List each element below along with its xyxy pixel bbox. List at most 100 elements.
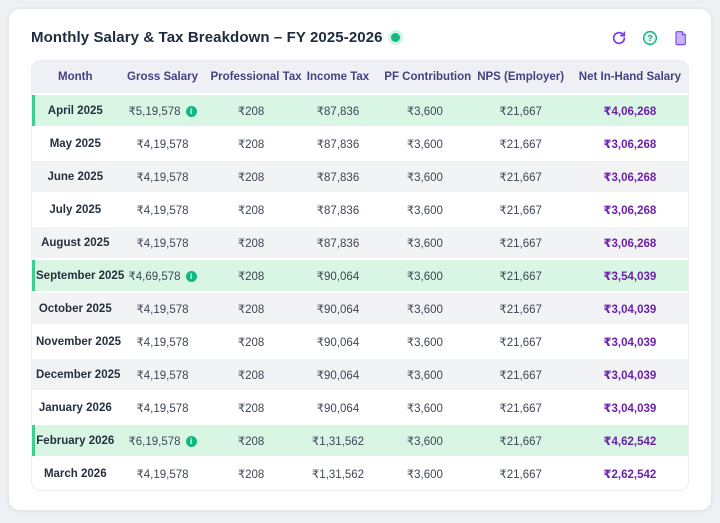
cell-gross-salary-value: ₹4,19,578 <box>136 238 188 250</box>
cell-professional-tax: ₹208 <box>206 457 295 490</box>
cell-net-in-hand-value: ₹3,54,039 <box>604 271 657 283</box>
info-icon[interactable]: i <box>186 436 197 447</box>
cell-month: February 2026 <box>32 424 119 457</box>
cell-income-tax: ₹1,31,562 <box>296 424 381 457</box>
cell-gross-salary: ₹4,69,578i <box>119 259 207 292</box>
cell-nps-employer: ₹21,667 <box>469 94 571 127</box>
cell-gross-salary-value: ₹4,19,578 <box>136 337 188 349</box>
table-row: April 2025 ₹5,19,578 i ₹208 ₹87,836 ₹3,600 ₹21… <box>32 94 688 127</box>
cell-gross-salary-value: ₹4,19,578 <box>136 139 188 151</box>
cell-income-tax: ₹87,836 <box>296 94 381 127</box>
cell-gross-salary: ₹4,19,578 <box>119 127 207 160</box>
cell-gross-salary: ₹4,19,578 <box>119 457 207 490</box>
cell-income-tax-value: ₹1,31,562 <box>312 436 364 448</box>
cell-net-in-hand: ₹3,54,039 <box>572 259 688 292</box>
cell-month-value: December 2025 <box>36 369 120 381</box>
cell-month-value: January 2026 <box>39 402 112 414</box>
page-title: Monthly Salary & Tax Breakdown – FY 2025… <box>31 29 383 46</box>
cell-professional-tax-value: ₹208 <box>238 271 265 283</box>
cell-net-in-hand-value: ₹4,62,542 <box>604 436 657 448</box>
cell-nps-employer: ₹21,667 <box>469 193 571 226</box>
cell-pf-contribution-value: ₹3,600 <box>407 403 443 415</box>
cell-net-in-hand: ₹3,04,039 <box>572 325 688 358</box>
help-icon: ? <box>642 30 658 46</box>
table-row: October 2025₹4,19,578₹208₹90,064₹3,600₹2… <box>32 292 688 325</box>
cell-income-tax: ₹90,064 <box>296 292 381 325</box>
cell-gross-salary: ₹4,19,578 <box>119 358 207 391</box>
cell-professional-tax-value: ₹208 <box>238 139 265 151</box>
info-icon[interactable]: i <box>186 106 197 117</box>
column-header-net-in-hand: Net In-Hand Salary <box>572 61 688 94</box>
cell-nps-employer-value: ₹21,667 <box>499 403 542 415</box>
cell-month: June 2025 <box>32 160 119 193</box>
cell-month-value: February 2026 <box>36 435 114 447</box>
cell-professional-tax-value: ₹208 <box>238 172 265 184</box>
cell-net-in-hand: ₹3,04,039 <box>572 358 688 391</box>
cell-gross-salary-value: ₹5,19,578 <box>128 106 180 118</box>
table-row: May 2025₹4,19,578₹208₹87,836₹3,600₹21,66… <box>32 127 688 160</box>
cell-income-tax-value: ₹90,064 <box>317 403 360 415</box>
report-button[interactable] <box>672 29 689 46</box>
help-button[interactable]: ? <box>641 29 658 46</box>
cell-pf-contribution: ₹3,600 <box>380 457 469 490</box>
cell-professional-tax-value: ₹208 <box>238 238 265 250</box>
cell-month: January 2026 <box>32 391 119 424</box>
cell-nps-employer-value: ₹21,667 <box>499 436 542 448</box>
cell-net-in-hand-value: ₹2,62,542 <box>604 469 657 481</box>
cell-income-tax: ₹90,064 <box>296 259 381 292</box>
cell-month: August 2025 <box>32 226 119 259</box>
cell-month-value: March 2026 <box>44 468 107 480</box>
cell-net-in-hand: ₹3,06,268 <box>572 160 688 193</box>
cell-month: November 2025 <box>32 325 119 358</box>
table-row: September 2025₹4,69,578i ₹208 ₹90,064 ₹3,60… <box>32 259 688 292</box>
salary-table-container: Month Gross Salary Professional Tax Inco… <box>31 60 689 491</box>
cell-income-tax-value: ₹90,064 <box>317 271 360 283</box>
cell-income-tax: ₹90,064 <box>296 325 381 358</box>
refresh-button[interactable] <box>610 29 627 46</box>
cell-gross-salary-value: ₹4,19,578 <box>136 172 188 184</box>
cell-income-tax: ₹87,836 <box>296 127 381 160</box>
cell-month: July 2025 <box>32 193 119 226</box>
table-row: November 2025₹4,19,578₹208₹90,064₹3,600₹… <box>32 325 688 358</box>
cell-pf-contribution: ₹3,600 <box>380 94 469 127</box>
cell-professional-tax: ₹208 <box>206 127 295 160</box>
svg-text:?: ? <box>647 33 652 43</box>
cell-pf-contribution-value: ₹3,600 <box>407 370 443 382</box>
cell-professional-tax-value: ₹208 <box>238 106 265 118</box>
cell-pf-contribution-value: ₹3,600 <box>407 238 443 250</box>
cell-month: May 2025 <box>32 127 119 160</box>
cell-nps-employer-value: ₹21,667 <box>499 304 542 316</box>
cell-pf-contribution: ₹3,600 <box>380 193 469 226</box>
cell-income-tax: ₹87,836 <box>296 160 381 193</box>
cell-gross-salary: ₹4,19,578 <box>119 226 207 259</box>
cell-nps-employer: ₹21,667 <box>469 358 571 391</box>
cell-pf-contribution-value: ₹3,600 <box>407 271 443 283</box>
cell-month-value: September 2025 <box>36 270 124 282</box>
cell-gross-salary: ₹6,19,578i <box>119 424 207 457</box>
table-row: July 2025₹4,19,578₹208₹87,836₹3,600₹21,6… <box>32 193 688 226</box>
table-row: February 2026₹6,19,578i₹208₹1,31,562₹3,6… <box>32 424 688 457</box>
salary-table: Month Gross Salary Professional Tax Inco… <box>32 61 688 490</box>
cell-month-value: October 2025 <box>39 303 112 315</box>
cell-income-tax: ₹1,31,562 <box>296 457 381 490</box>
cell-pf-contribution-value: ₹3,600 <box>407 106 443 118</box>
cell-income-tax: ₹87,836 <box>296 193 381 226</box>
cell-net-in-hand-value: ₹3,04,039 <box>604 370 657 382</box>
cell-gross-salary: ₹4,19,578 <box>119 160 207 193</box>
cell-month-value: April 2025 <box>48 105 103 117</box>
cell-income-tax-value: ₹90,064 <box>317 304 360 316</box>
cell-month-value: November 2025 <box>36 336 121 348</box>
cell-net-in-hand-value: ₹3,06,268 <box>604 238 657 250</box>
cell-nps-employer: ₹21,667 <box>469 424 571 457</box>
cell-nps-employer-value: ₹21,667 <box>499 337 542 349</box>
cell-month-value: August 2025 <box>41 237 109 249</box>
info-icon[interactable]: i <box>186 271 197 282</box>
status-dot-icon <box>391 33 400 42</box>
cell-net-in-hand: ₹3,06,268 <box>572 226 688 259</box>
cell-income-tax-value: ₹90,064 <box>317 370 360 382</box>
cell-gross-salary-value: ₹4,19,578 <box>136 403 188 415</box>
cell-pf-contribution-value: ₹3,600 <box>407 469 443 481</box>
table-row: August 2025₹4,19,578₹208₹87,836₹3,600₹21… <box>32 226 688 259</box>
cell-nps-employer: ₹21,667 <box>469 292 571 325</box>
cell-net-in-hand: ₹3,04,039 <box>572 391 688 424</box>
